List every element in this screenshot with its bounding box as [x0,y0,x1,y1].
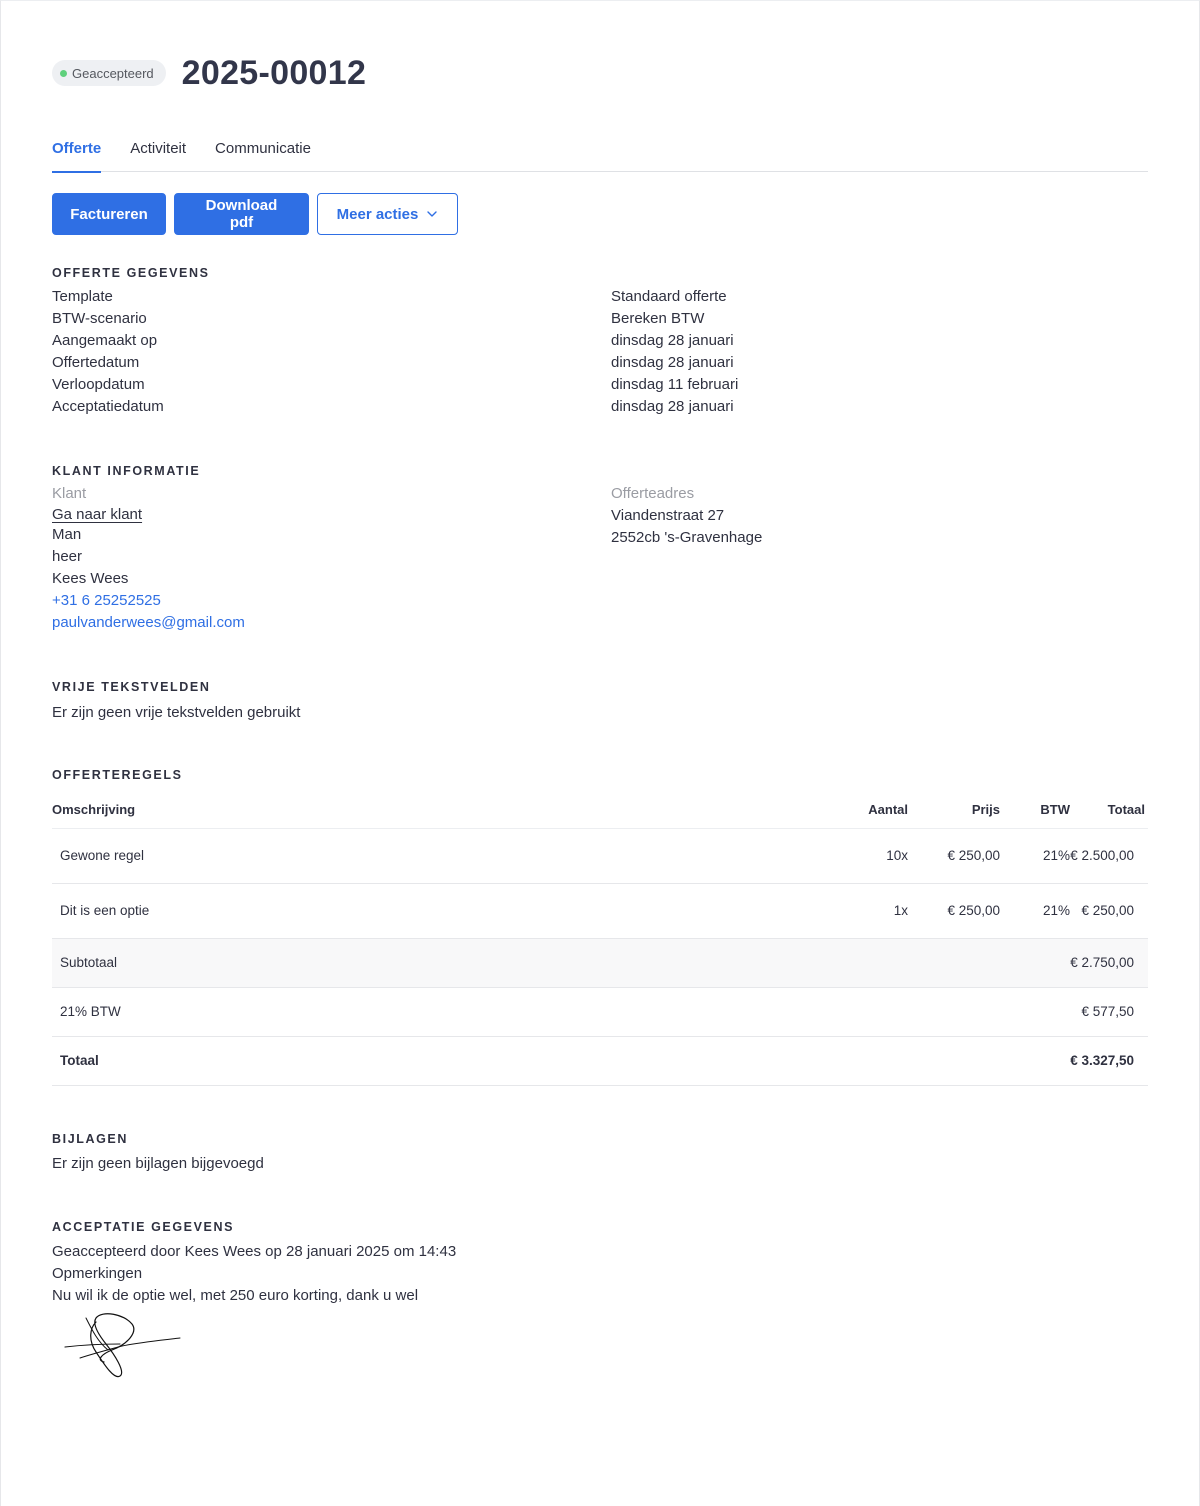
detail-value: dinsdag 28 januari [611,398,734,415]
tab-activiteit[interactable]: Activiteit [130,132,186,172]
total-row: Totaal € 3.327,50 [52,1036,1148,1086]
more-actions-label: Meer acties [336,205,419,223]
free-text-empty: Er zijn geen vrije tekstvelden gebruikt [52,704,301,721]
detail-value: dinsdag 28 januari [611,354,734,371]
tab-offerte[interactable]: Offerte [52,132,102,173]
detail-value: dinsdag 28 januari [611,332,734,349]
subtotal-row: Subtotaal € 2.750,00 [52,938,1148,988]
page-title: 2025-00012 [181,53,367,92]
quote-address: Offerteadres Viandenstraat 27 2552cb 's-… [611,483,1111,549]
detail-value: Standaard offerte [611,288,727,305]
status-label: Geaccepteerd [72,65,154,81]
detail-label: Aangemaakt op [52,332,158,349]
address-label: Offerteadres [611,485,695,502]
col-vat: BTW [1000,792,1070,829]
address-city: 2552cb 's-Gravenhage [611,529,763,546]
detail-row: BTW-scenario Bereken BTW [52,308,1148,330]
detail-row: Aangemaakt op dinsdag 28 januari [52,330,1148,352]
col-total: Totaal [1070,792,1148,829]
quote-lines-section: Offerteregels Omschrijving Aantal Prijs … [52,768,1148,1086]
line-description: Dit is een optie [52,883,808,939]
detail-label: Acceptatiedatum [52,398,164,415]
customer-email-link[interactable]: paulvanderwees@gmail.com [52,614,245,631]
customer-phone-link[interactable]: +31 6 25252525 [52,592,161,609]
free-text-section: Vrije tekstvelden Er zijn geen vrije tek… [52,680,300,724]
subtotal-label: Subtotaal [52,938,808,988]
total-label: Totaal [52,1036,808,1086]
customer-salutation: heer [52,548,83,565]
vat-row: 21% BTW € 577,50 [52,987,1148,1037]
line-description: Gewone regel [52,828,808,884]
customer-section: Klant informatie Klant Ga naar klant Man… [52,464,1148,631]
status-dot-icon [60,69,67,77]
section-title: Offerteregels [52,768,183,782]
section-title: Offerte gegevens [52,266,210,280]
detail-row: Verloopdatum dinsdag 11 februari [52,374,1148,396]
detail-row: Offertedatum dinsdag 28 januari [52,352,1148,374]
quote-details-list: Template Standaard offerte BTW-scenario … [52,286,1148,418]
col-price: Prijs [908,792,1000,829]
address-street: Viandenstraat 27 [611,507,725,524]
customer-name: Kees Wees [52,570,129,587]
accepted-by: Geaccepteerd door Kees Wees op 28 januar… [52,1243,457,1260]
invoice-button[interactable]: Factureren [52,193,166,235]
vat-value: € 577,50 [1070,987,1148,1037]
go-to-customer-link[interactable]: Ga naar klant [52,506,142,523]
detail-label: Offertedatum [52,354,140,371]
customer-gender: Man [52,526,82,543]
total-value: € 3.327,50 [1070,1036,1148,1086]
section-title: Vrije tekstvelden [52,680,211,694]
table-row: Gewone regel 10x € 250,00 21% € 2.500,00 [52,828,1148,884]
detail-row: Template Standaard offerte [52,286,1148,308]
detail-value: Bereken BTW [611,310,705,327]
page-header: Geaccepteerd 2025-00012 [52,52,366,94]
attachments-empty: Er zijn geen bijlagen bijgevoegd [52,1155,264,1172]
more-actions-button[interactable]: Meer acties [317,193,458,235]
vat-label: 21% BTW [52,987,808,1037]
table-header: Omschrijving Aantal Prijs BTW Totaal [52,792,1148,829]
download-pdf-button[interactable]: Download pdf [174,193,309,235]
table-row: Dit is een optie 1x € 250,00 21% € 250,0… [52,883,1148,939]
chevron-down-icon [427,211,438,217]
acceptance-section: Acceptatie gegevens Geaccepteerd door Ke… [52,1220,752,1307]
quote-lines-table: Omschrijving Aantal Prijs BTW Totaal Gew… [52,792,1148,1086]
tab-communicatie[interactable]: Communicatie [215,132,311,172]
detail-label: Verloopdatum [52,376,145,393]
line-vat: 21% [1000,883,1070,939]
tab-bar: Offerte Activiteit Communicatie [52,132,1148,173]
section-title: Bijlagen [52,1132,129,1146]
line-vat: 21% [1000,828,1070,884]
remarks-text: Nu wil ik de optie wel, met 250 euro kor… [52,1287,419,1304]
subtotal-value: € 2.750,00 [1070,938,1148,988]
line-price: € 250,00 [908,883,1000,939]
line-quantity: 1x [808,883,908,939]
action-bar: Factureren Download pdf Meer acties [52,193,458,235]
signature-image [64,1313,181,1378]
line-price: € 250,00 [908,828,1000,884]
line-quantity: 10x [808,828,908,884]
detail-label: Template [52,288,113,305]
section-title: Acceptatie gegevens [52,1220,235,1234]
attachments-section: Bijlagen Er zijn geen bijlagen bijgevoeg… [52,1132,264,1175]
detail-label: BTW-scenario [52,310,147,327]
detail-row: Acceptatiedatum dinsdag 28 januari [52,396,1148,418]
section-title: Klant informatie [52,464,201,478]
detail-value: dinsdag 11 februari [611,376,739,393]
col-description: Omschrijving [52,792,808,829]
customer-label: Klant [52,485,87,502]
line-total: € 2.500,00 [1070,828,1148,884]
customer-info: Klant Ga naar klant Man heer Kees Wees +… [52,483,611,634]
line-total: € 250,00 [1070,883,1148,939]
quote-details-section: Offerte gegevens Template Standaard offe… [52,266,1148,415]
status-badge: Geaccepteerd [52,60,166,86]
col-quantity: Aantal [808,792,908,829]
remarks-label: Opmerkingen [52,1265,143,1282]
